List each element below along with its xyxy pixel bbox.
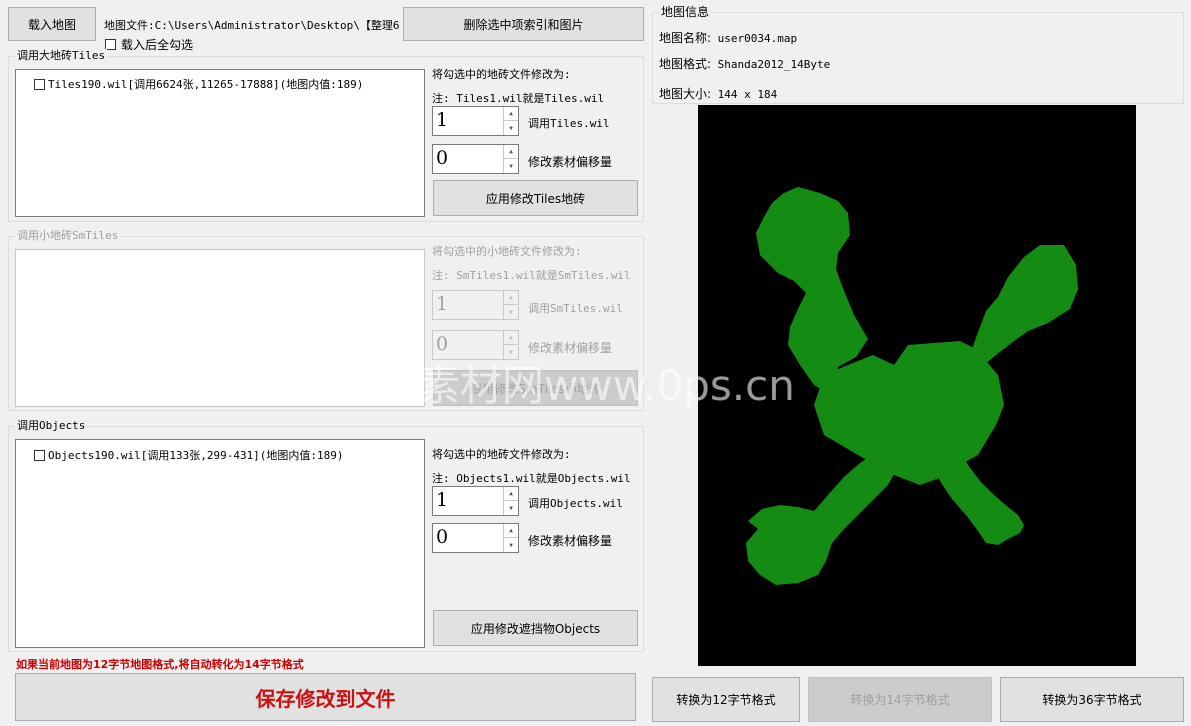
chevron-up-icon[interactable]: ▲: [504, 145, 518, 159]
select-all-label: 载入后全勾选: [121, 38, 194, 52]
smtiles-offset-label: 修改素材偏移量: [528, 341, 613, 355]
stepper-value: 0: [436, 333, 449, 355]
map-info-title: 地图信息: [659, 5, 712, 19]
smtiles-modify-label: 将勾选中的小地砖文件修改为:: [432, 245, 582, 258]
stepper-value: 1: [436, 109, 449, 131]
apply-objects-button[interactable]: 应用修改遮挡物Objects: [433, 610, 638, 646]
list-item[interactable]: Objects190.wil[调用133张,299-431](地图内值:189): [34, 447, 344, 463]
map-file-path: 地图文件:C:\Users\Administrator\Desktop\【整理6…: [104, 19, 400, 32]
tiles-file-label: 调用Tiles.wil: [528, 117, 610, 130]
list-item-label: Tiles190.wil[调用6624张,11265-17888](地图内值:1…: [48, 78, 364, 91]
chevron-down-icon[interactable]: ▼: [504, 121, 518, 135]
smtiles-group-title: 调用小地砖SmTiles: [15, 229, 121, 243]
chevron-up-icon[interactable]: ▲: [504, 107, 518, 121]
tiles-offset-stepper[interactable]: 0 ▲ ▼: [432, 144, 519, 174]
stepper-value: 1: [436, 293, 449, 315]
chevron-down-icon[interactable]: ▼: [504, 305, 518, 319]
chevron-up-icon[interactable]: ▲: [504, 331, 518, 345]
convert-36-button[interactable]: 转换为36字节格式: [1000, 677, 1184, 722]
save-to-file-button[interactable]: 保存修改到文件: [15, 673, 636, 721]
smtiles-file-label: 调用SmTiles.wil: [528, 302, 623, 315]
smtiles-file-stepper[interactable]: 1 ▲ ▼: [432, 290, 519, 320]
map-shape: [746, 187, 1078, 585]
tiles-offset-label: 修改素材偏移量: [528, 155, 613, 169]
smtiles-note: 注: SmTiles1.wil就是SmTiles.wil: [432, 269, 631, 282]
chevron-down-icon[interactable]: ▼: [504, 501, 518, 515]
stepper-arrows[interactable]: ▲ ▼: [503, 107, 518, 135]
chevron-down-icon[interactable]: ▼: [504, 159, 518, 173]
checkbox-icon[interactable]: [34, 449, 45, 461]
objects-modify-label: 将勾选中的地砖文件修改为:: [432, 448, 571, 461]
chevron-up-icon[interactable]: ▲: [504, 524, 518, 538]
list-item-label: Objects190.wil[调用133张,299-431](地图内值:189): [48, 449, 344, 462]
list-item[interactable]: Tiles190.wil[调用6624张,11265-17888](地图内值:1…: [34, 76, 363, 92]
format-warning: 如果当前地图为12字节地图格式,将自动转化为14字节格式: [16, 658, 304, 671]
select-all-checkbox[interactable]: 载入后全勾选: [105, 36, 193, 53]
objects-note: 注: Objects1.wil就是Objects.wil: [432, 472, 631, 485]
stepper-arrows[interactable]: ▲ ▼: [503, 524, 518, 552]
delete-selected-button[interactable]: 删除选中项索引和图片: [403, 7, 644, 41]
tiles-group-title: 调用大地砖Tiles: [15, 49, 108, 63]
stepper-value: 0: [436, 147, 449, 169]
chevron-down-icon[interactable]: ▼: [504, 345, 518, 359]
checkbox-icon[interactable]: [34, 78, 45, 90]
stepper-value: 1: [436, 489, 449, 511]
tiles-list[interactable]: Tiles190.wil[调用6624张,11265-17888](地图内值:1…: [15, 69, 425, 217]
objects-list[interactable]: Objects190.wil[调用133张,299-431](地图内值:189): [15, 439, 425, 648]
apply-tiles-button[interactable]: 应用修改Tiles地砖: [433, 180, 638, 216]
map-format-label: 地图格式:: [659, 57, 712, 71]
map-name-row: 地图名称: user0034.map: [659, 29, 797, 46]
tiles-modify-label: 将勾选中的地砖文件修改为:: [432, 68, 571, 81]
chevron-down-icon[interactable]: ▼: [504, 538, 518, 552]
objects-offset-stepper[interactable]: 0 ▲ ▼: [432, 523, 519, 553]
apply-smtiles-button[interactable]: 应用修改SmTiles小地砖: [433, 370, 638, 406]
stepper-arrows[interactable]: ▲ ▼: [503, 145, 518, 173]
objects-file-label: 调用Objects.wil: [528, 497, 623, 510]
map-size-label: 地图大小:: [659, 87, 712, 101]
stepper-value: 0: [436, 526, 449, 548]
smtiles-list[interactable]: [15, 249, 425, 407]
convert-12-button[interactable]: 转换为12字节格式: [652, 677, 800, 722]
objects-group-title: 调用Objects: [15, 419, 88, 433]
load-map-button[interactable]: 载入地图: [8, 7, 96, 41]
map-format-row: 地图格式: Shanda2012_14Byte: [659, 55, 830, 72]
map-size-value: 144 x 184: [717, 88, 778, 101]
map-preview[interactable]: [698, 105, 1136, 666]
stepper-arrows[interactable]: ▲ ▼: [503, 331, 518, 359]
convert-14-button[interactable]: 转换为14字节格式: [808, 677, 992, 722]
tiles-file-stepper[interactable]: 1 ▲ ▼: [432, 106, 519, 136]
objects-offset-label: 修改素材偏移量: [528, 534, 613, 548]
tiles-note: 注: Tiles1.wil就是Tiles.wil: [432, 92, 605, 105]
map-size-row: 地图大小: 144 x 184: [659, 85, 777, 102]
map-name-label: 地图名称:: [659, 31, 712, 45]
chevron-up-icon[interactable]: ▲: [504, 487, 518, 501]
map-format-value: Shanda2012_14Byte: [717, 58, 831, 71]
smtiles-offset-stepper[interactable]: 0 ▲ ▼: [432, 330, 519, 360]
stepper-arrows[interactable]: ▲ ▼: [503, 291, 518, 319]
map-name-value: user0034.map: [717, 32, 798, 45]
stepper-arrows[interactable]: ▲ ▼: [503, 487, 518, 515]
objects-file-stepper[interactable]: 1 ▲ ▼: [432, 486, 519, 516]
chevron-up-icon[interactable]: ▲: [504, 291, 518, 305]
map-preview-image: [746, 187, 1078, 585]
